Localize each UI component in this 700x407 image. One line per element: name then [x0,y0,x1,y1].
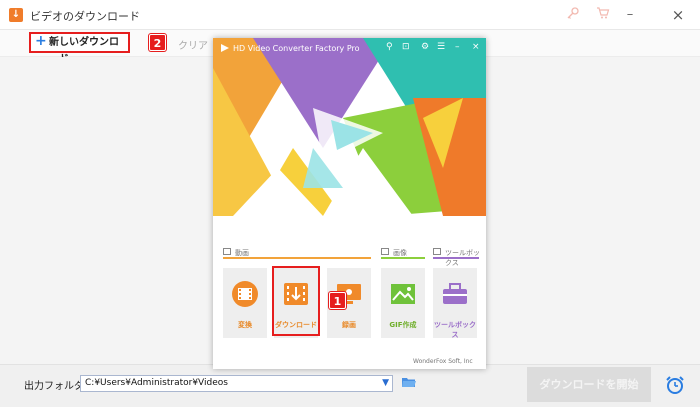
section-image-divider [381,257,425,259]
section-toolbox-divider [433,257,479,259]
download-tile-highlight [272,266,320,336]
app-download-icon: ↓ [9,8,23,22]
launcher-footer: WonderFox Soft, Inc [413,358,473,365]
converter-launcher-window: HD Video Converter Factory Pro ⚲ ⊡ ⚙ ☰ –… [213,38,486,369]
clear-button[interactable]: クリア [178,37,208,52]
tile-gif-label: GIF作成 [389,321,417,329]
launcher-banner-art [213,38,486,216]
start-download-button[interactable]: ダウンロードを開始 [527,367,651,402]
step-badge-2: 2 [149,34,166,51]
tile-toolbox-label: ツールボックス [434,321,476,339]
alarm-clock-icon[interactable] [664,374,686,396]
key-icon[interactable] [564,6,582,24]
minimize-button[interactable]: – [621,6,639,24]
step-badge-1: 1 [329,292,346,309]
folder-open-icon[interactable] [401,376,416,389]
toolbox-section-icon [433,248,441,255]
gif-image-icon [391,284,415,304]
close-button[interactable]: × [472,42,480,52]
window-title: ビデオのダウンロード [30,10,140,23]
tile-record-label: 録画 [342,321,356,329]
minimize-button[interactable]: – [455,42,460,52]
section-video-divider [223,257,371,259]
toolbox-icon [443,283,467,304]
output-folder-path: C:¥Users¥Administrator¥Videos [85,378,228,388]
film-reel-icon [232,281,258,307]
tile-convert[interactable]: 変換 [223,268,267,338]
chevron-down-icon[interactable]: ▼ [382,376,389,391]
gear-icon[interactable]: ⚙ [421,42,429,52]
tile-gif[interactable]: GIF作成 [381,268,425,338]
image-section-icon [381,248,389,255]
plus-icon: + [35,33,47,49]
launcher-title: HD Video Converter Factory Pro [233,44,360,53]
menu-icon[interactable]: ☰ [437,42,445,52]
cart-icon[interactable] [594,6,612,24]
cart-icon[interactable]: ⊡ [402,42,410,52]
output-folder-select[interactable]: C:¥Users¥Administrator¥Videos ▼ [80,375,393,392]
new-download-button[interactable]: + 新しいダウンロード [29,32,130,65]
key-icon[interactable]: ⚲ [386,42,393,52]
tile-convert-label: 変換 [238,321,252,329]
tile-toolbox[interactable]: ツールボックス [433,268,477,339]
close-button[interactable]: × [669,6,687,24]
launcher-logo-icon [221,44,229,52]
video-section-icon [223,248,231,255]
